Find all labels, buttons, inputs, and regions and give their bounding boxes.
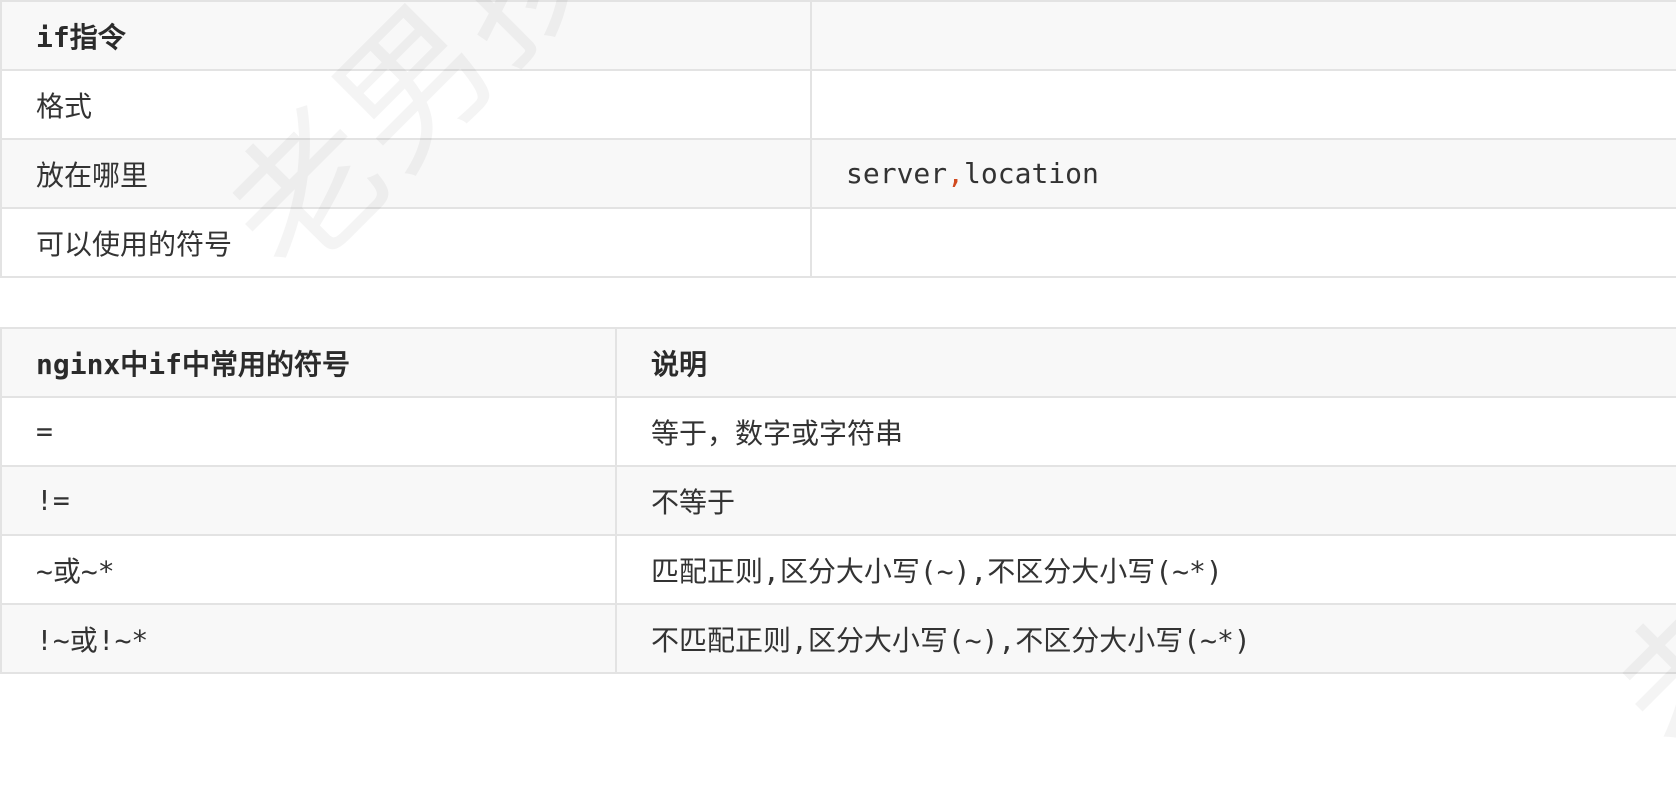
context-server: server [846, 157, 948, 190]
table-header-row: nginx中if中常用的符号 说明 [0, 327, 1676, 398]
table-row: = 等于，数字或字符串 [0, 396, 1676, 467]
cell-format-value [810, 69, 1676, 140]
table-row: 放在哪里 server,location [0, 138, 1676, 209]
operator-cell: !~或!~* [0, 603, 617, 674]
cell-symbols-value [810, 207, 1676, 278]
header-directive-text: if指令 [36, 20, 126, 54]
table-row: ~或~* 匹配正则,区分大小写(~),不区分大小写(~*) [0, 534, 1676, 605]
table-row: 可以使用的符号 [0, 207, 1676, 278]
cell-symbols-label: 可以使用的符号 [0, 207, 812, 278]
description-cell: 不等于 [615, 465, 1676, 536]
header-cell-directive: if指令 [0, 0, 812, 71]
cell-location-value: server,location [810, 138, 1676, 209]
context-separator: , [947, 157, 965, 190]
description-cell: 匹配正则,区分大小写(~),不区分大小写(~*) [615, 534, 1676, 605]
description-cell: 等于，数字或字符串 [615, 396, 1676, 467]
cell-format-label: 格式 [0, 69, 812, 140]
table-header-row: if指令 [0, 0, 1676, 71]
header-cell-operator: nginx中if中常用的符号 [0, 327, 617, 398]
header-cell-description: 说明 [615, 327, 1676, 398]
description-cell: 不匹配正则,区分大小写(~),不区分大小写(~*) [615, 603, 1676, 674]
operator-cell: ~或~* [0, 534, 617, 605]
table-row: 格式 [0, 69, 1676, 140]
table-row: !~或!~* 不匹配正则,区分大小写(~),不区分大小写(~*) [0, 603, 1676, 674]
cell-location-label: 放在哪里 [0, 138, 812, 209]
operator-cell: = [0, 396, 617, 467]
if-directive-table: if指令 格式 放在哪里 server,location 可以使用的符号 [0, 0, 1676, 278]
table-row: != 不等于 [0, 465, 1676, 536]
operator-cell: != [0, 465, 617, 536]
context-location: location [964, 157, 1099, 190]
header-cell-empty [810, 0, 1676, 71]
if-operators-table: nginx中if中常用的符号 说明 = 等于，数字或字符串 != 不等于 ~或~… [0, 327, 1676, 674]
